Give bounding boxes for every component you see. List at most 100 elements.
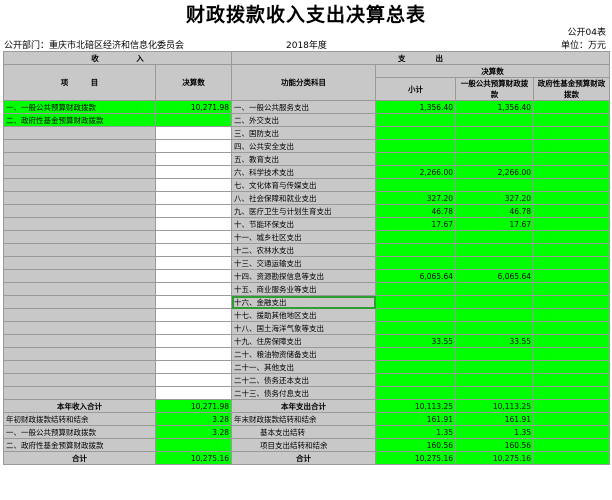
income-item-cell[interactable] — [3, 295, 156, 309]
gov-fund-cell[interactable] — [533, 100, 610, 114]
income-value-cell[interactable] — [155, 282, 232, 296]
gov-fund-cell[interactable] — [533, 334, 610, 348]
expenditure-item-cell[interactable]: 合计 — [231, 451, 376, 465]
gov-fund-cell[interactable] — [533, 399, 610, 413]
income-value-cell[interactable] — [155, 178, 232, 192]
income-value-cell[interactable] — [155, 243, 232, 257]
income-value-cell[interactable] — [155, 295, 232, 309]
subtotal-cell[interactable]: 17.67 — [375, 217, 456, 231]
expenditure-item-cell[interactable]: 二十、粮油物资储备支出 — [231, 347, 376, 361]
income-value-cell[interactable] — [155, 308, 232, 322]
general-budget-cell[interactable] — [455, 113, 534, 127]
income-item-cell[interactable]: 合计 — [3, 451, 156, 465]
subtotal-cell[interactable] — [375, 178, 456, 192]
general-budget-cell[interactable]: 160.56 — [455, 438, 534, 452]
gov-fund-cell[interactable] — [533, 139, 610, 153]
gov-fund-cell[interactable] — [533, 256, 610, 270]
gov-fund-cell[interactable] — [533, 347, 610, 361]
subtotal-cell[interactable] — [375, 360, 456, 374]
income-value-cell[interactable] — [155, 126, 232, 140]
general-budget-cell[interactable] — [455, 282, 534, 296]
income-value-cell[interactable] — [155, 360, 232, 374]
income-item-cell[interactable]: 年初财政拨款结转和结余 — [3, 412, 156, 426]
subtotal-cell[interactable]: 6,065.64 — [375, 269, 456, 283]
gov-fund-cell[interactable] — [533, 126, 610, 140]
income-item-cell[interactable] — [3, 178, 156, 192]
income-item-cell[interactable]: 一、一般公共预算财政拨款 — [3, 100, 156, 114]
income-item-cell[interactable] — [3, 165, 156, 179]
gov-fund-cell[interactable] — [533, 451, 610, 465]
subtotal-cell[interactable] — [375, 139, 456, 153]
income-item-cell[interactable]: 本年收入合计 — [3, 399, 156, 413]
income-item-cell[interactable] — [3, 373, 156, 387]
gov-fund-cell[interactable] — [533, 113, 610, 127]
income-value-cell[interactable] — [155, 438, 232, 452]
income-item-cell[interactable] — [3, 126, 156, 140]
general-budget-cell[interactable]: 33.55 — [455, 334, 534, 348]
income-item-cell[interactable] — [3, 347, 156, 361]
income-value-cell[interactable] — [155, 113, 232, 127]
general-budget-cell[interactable] — [455, 347, 534, 361]
expenditure-item-cell[interactable]: 十四、资源勘探信息等支出 — [231, 269, 376, 283]
income-value-cell[interactable] — [155, 386, 232, 400]
expenditure-item-cell[interactable]: 十一、城乡社区支出 — [231, 230, 376, 244]
subtotal-cell[interactable] — [375, 152, 456, 166]
expenditure-item-cell[interactable]: 二、外交支出 — [231, 113, 376, 127]
income-value-cell[interactable] — [155, 256, 232, 270]
expenditure-item-cell[interactable]: 十二、农林水支出 — [231, 243, 376, 257]
income-item-cell[interactable]: 二、政府性基金预算财政拨款 — [3, 113, 156, 127]
expenditure-item-cell[interactable]: 十三、交通运输支出 — [231, 256, 376, 270]
general-budget-cell[interactable]: 10,275.16 — [455, 451, 534, 465]
income-value-cell[interactable]: 10,275.16 — [155, 451, 232, 465]
income-value-cell[interactable] — [155, 230, 232, 244]
general-budget-cell[interactable] — [455, 230, 534, 244]
expenditure-item-cell[interactable]: 十五、商业服务业等支出 — [231, 282, 376, 296]
general-budget-cell[interactable] — [455, 152, 534, 166]
expenditure-item-cell[interactable]: 十八、国土海洋气象等支出 — [231, 321, 376, 335]
income-value-cell[interactable] — [155, 347, 232, 361]
general-budget-cell[interactable] — [455, 256, 534, 270]
income-value-cell[interactable] — [155, 165, 232, 179]
general-budget-cell[interactable] — [455, 386, 534, 400]
gov-fund-cell[interactable] — [533, 152, 610, 166]
gov-fund-cell[interactable] — [533, 360, 610, 374]
income-item-cell[interactable] — [3, 386, 156, 400]
subtotal-cell[interactable] — [375, 321, 456, 335]
expenditure-item-cell[interactable]: 本年支出合计 — [231, 399, 376, 413]
expenditure-item-cell[interactable]: 一、一般公共服务支出 — [231, 100, 376, 114]
subtotal-cell[interactable]: 2,266.00 — [375, 165, 456, 179]
income-value-cell[interactable] — [155, 269, 232, 283]
income-item-cell[interactable] — [3, 243, 156, 257]
income-value-cell[interactable] — [155, 139, 232, 153]
income-item-cell[interactable] — [3, 334, 156, 348]
gov-fund-cell[interactable] — [533, 191, 610, 205]
subtotal-cell[interactable] — [375, 243, 456, 257]
income-item-cell[interactable] — [3, 256, 156, 270]
subtotal-cell[interactable] — [375, 386, 456, 400]
subtotal-cell[interactable] — [375, 256, 456, 270]
general-budget-cell[interactable] — [455, 243, 534, 257]
gov-fund-cell[interactable] — [533, 386, 610, 400]
general-budget-cell[interactable]: 1.35 — [455, 425, 534, 439]
income-value-cell[interactable] — [155, 321, 232, 335]
subtotal-cell[interactable]: 160.56 — [375, 438, 456, 452]
general-budget-cell[interactable]: 2,266.00 — [455, 165, 534, 179]
gov-fund-cell[interactable] — [533, 165, 610, 179]
expenditure-item-cell[interactable]: 二十一、其他支出 — [231, 360, 376, 374]
gov-fund-cell[interactable] — [533, 269, 610, 283]
income-item-cell[interactable] — [3, 217, 156, 231]
income-item-cell[interactable] — [3, 321, 156, 335]
general-budget-cell[interactable]: 10,113.25 — [455, 399, 534, 413]
gov-fund-cell[interactable] — [533, 321, 610, 335]
general-budget-cell[interactable]: 46.78 — [455, 204, 534, 218]
general-budget-cell[interactable] — [455, 178, 534, 192]
gov-fund-cell[interactable] — [533, 204, 610, 218]
subtotal-cell[interactable]: 161.91 — [375, 412, 456, 426]
subtotal-cell[interactable] — [375, 126, 456, 140]
income-item-cell[interactable] — [3, 152, 156, 166]
general-budget-cell[interactable]: 327.20 — [455, 191, 534, 205]
subtotal-cell[interactable]: 1.35 — [375, 425, 456, 439]
general-budget-cell[interactable]: 6,065.64 — [455, 269, 534, 283]
subtotal-cell[interactable] — [375, 282, 456, 296]
income-item-cell[interactable] — [3, 282, 156, 296]
